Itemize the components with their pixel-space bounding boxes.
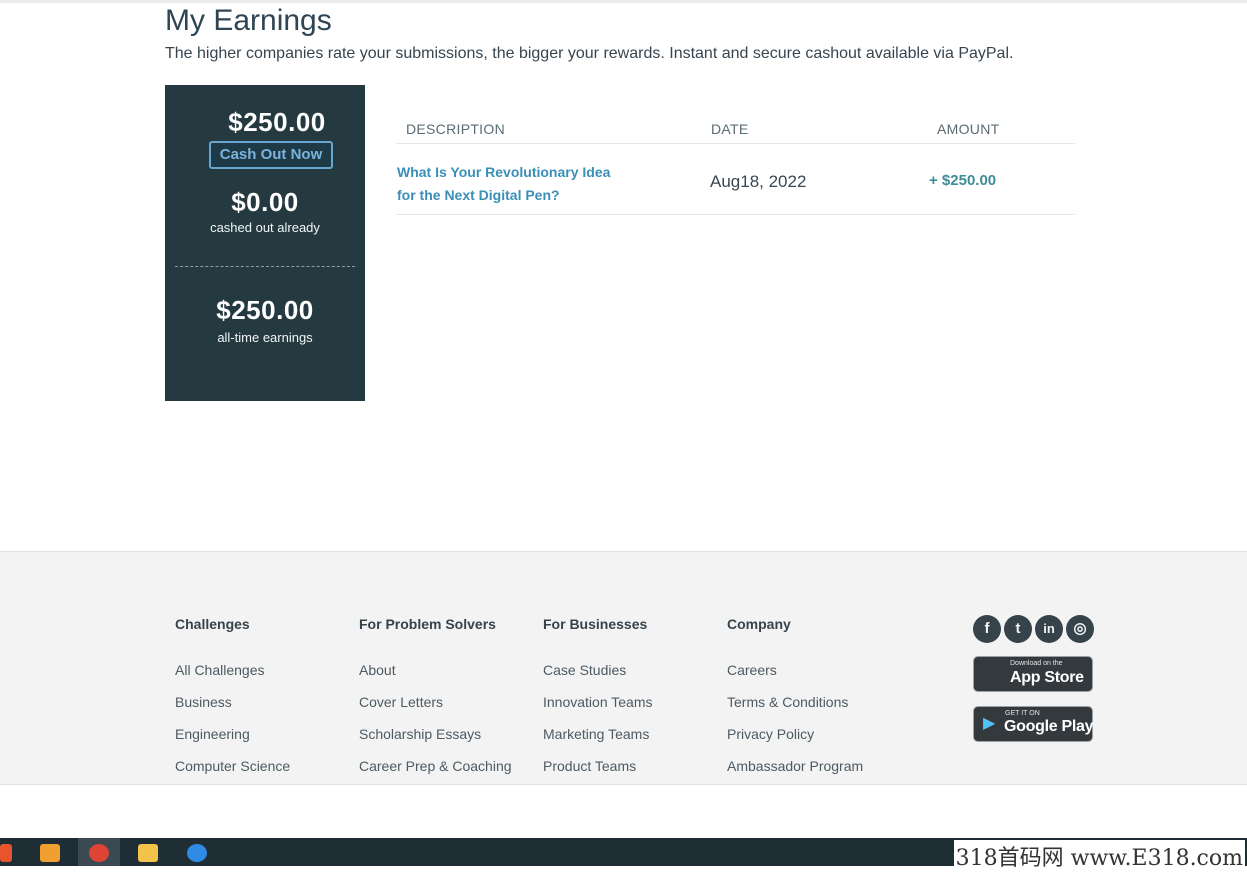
footer-link-about[interactable]: About <box>359 662 396 678</box>
page-subtitle: The higher companies rate your submissio… <box>165 45 1014 62</box>
taskbar-app-icon[interactable] <box>187 844 207 862</box>
file-explorer-icon[interactable] <box>138 844 158 862</box>
cash-out-button[interactable]: Cash Out Now <box>209 141 333 169</box>
page-title: My Earnings <box>165 4 332 37</box>
column-header-date: DATE <box>711 121 749 137</box>
footer-heading-problem-solvers: For Problem Solvers <box>359 616 496 632</box>
footer-link-cover-letters[interactable]: Cover Letters <box>359 694 443 710</box>
earning-row-date: Aug18, 2022 <box>710 172 807 191</box>
footer-link-innovation-teams[interactable]: Innovation Teams <box>543 694 652 710</box>
footer-column-challenges: Challenges All Challenges Business Engin… <box>175 616 290 774</box>
all-time-earnings-amount: $250.00 <box>216 295 314 325</box>
column-header-amount: AMOUNT <box>937 121 1000 137</box>
footer-link-business[interactable]: Business <box>175 694 232 710</box>
footer-heading-businesses: For Businesses <box>543 616 648 632</box>
app-store-label: App Store <box>1010 669 1084 686</box>
site-footer: Challenges All Challenges Business Engin… <box>0 551 1247 785</box>
watermark-text: 318首码网 www.E318.com <box>953 840 1245 872</box>
google-play-badge[interactable]: ▶ GET IT ON Google Play <box>973 706 1093 742</box>
taskbar-app-icon[interactable] <box>0 844 12 862</box>
footer-column-businesses: For Businesses Case Studies Innovation T… <box>543 616 652 774</box>
footer-link-engineering[interactable]: Engineering <box>175 726 250 742</box>
twitter-icon[interactable]: t <box>1004 615 1032 643</box>
summary-divider <box>175 266 355 267</box>
earnings-summary-panel: $250.00 Cash Out Now $0.00 cashed out al… <box>165 85 365 401</box>
footer-link-terms[interactable]: Terms & Conditions <box>727 694 848 710</box>
footer-link-privacy-policy[interactable]: Privacy Policy <box>727 726 814 742</box>
footer-heading-challenges: Challenges <box>175 616 250 632</box>
cashed-out-amount: $0.00 <box>231 187 299 217</box>
column-header-description: DESCRIPTION <box>406 121 505 137</box>
chrome-icon[interactable] <box>89 844 109 862</box>
footer-link-marketing-teams[interactable]: Marketing Teams <box>543 726 649 742</box>
footer-link-product-teams[interactable]: Product Teams <box>543 758 636 774</box>
footer-column-problem-solvers: For Problem Solvers About Cover Letters … <box>359 616 512 774</box>
footer-link-ambassador-program[interactable]: Ambassador Program <box>727 758 863 774</box>
top-border <box>0 0 1247 3</box>
instagram-icon[interactable]: ◎ <box>1066 615 1094 643</box>
taskbar-app-icon[interactable] <box>40 844 60 862</box>
app-store-badge[interactable]: Download on the App Store <box>973 656 1093 692</box>
earning-row-amount: + $250.00 <box>929 172 997 189</box>
app-store-small-text: Download on the <box>1010 660 1063 667</box>
footer-heading-company: Company <box>727 616 791 632</box>
linkedin-icon[interactable]: in <box>1035 615 1063 643</box>
footer-column-company: Company Careers Terms & Conditions Priva… <box>727 616 863 774</box>
footer-link-case-studies[interactable]: Case Studies <box>543 662 626 678</box>
current-balance: $250.00 <box>228 107 326 137</box>
footer-link-scholarship-essays[interactable]: Scholarship Essays <box>359 726 481 742</box>
google-play-label: Google Play <box>1004 718 1094 735</box>
google-play-icon: ▶ <box>983 715 996 732</box>
cashed-out-label: cashed out already <box>210 220 320 235</box>
footer-link-all-challenges[interactable]: All Challenges <box>175 662 265 678</box>
footer-link-computer-science[interactable]: Computer Science <box>175 758 290 774</box>
table-header-divider <box>396 143 1075 144</box>
footer-link-careers[interactable]: Careers <box>727 662 777 678</box>
facebook-icon[interactable]: f <box>973 615 1001 643</box>
all-time-earnings-label: all-time earnings <box>217 330 313 345</box>
table-row-divider <box>396 214 1075 215</box>
footer-link-career-prep[interactable]: Career Prep & Coaching <box>359 758 512 774</box>
earning-row-description-link[interactable]: What Is Your Revolutionary Idea for the … <box>397 161 627 207</box>
google-play-small-text: GET IT ON <box>1005 710 1040 717</box>
